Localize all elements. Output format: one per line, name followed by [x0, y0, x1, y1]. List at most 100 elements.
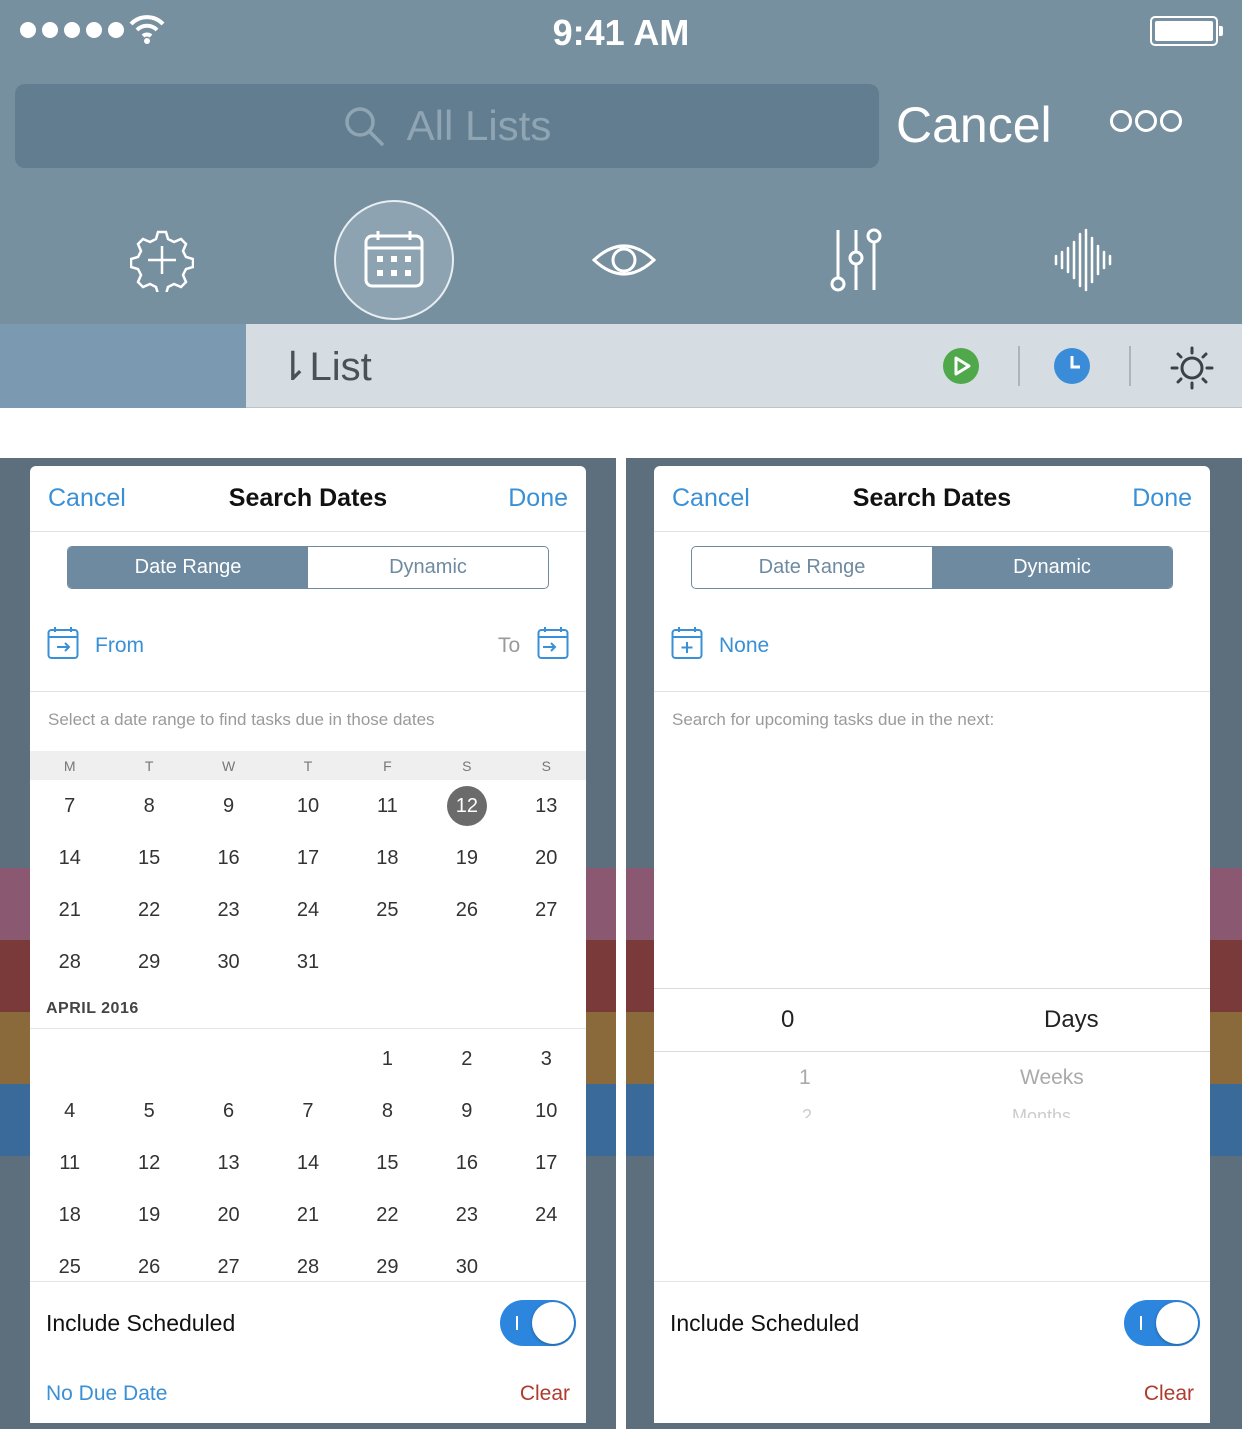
weekday-label: W: [221, 757, 236, 774]
calendar-day[interactable]: 16: [427, 1137, 506, 1189]
calendar-day[interactable]: 29: [109, 936, 188, 988]
brightness-icon[interactable]: [1170, 346, 1214, 390]
search-cancel-button[interactable]: Cancel: [896, 96, 1052, 154]
calendar-day[interactable]: 15: [109, 832, 188, 884]
from-label[interactable]: From: [95, 634, 144, 658]
calendar-day[interactable]: 26: [427, 884, 506, 936]
weekday-label: M: [63, 757, 76, 774]
calendar-day[interactable]: 12: [109, 1137, 188, 1189]
calendar-day[interactable]: 23: [189, 884, 268, 936]
calendar-day[interactable]: 9: [427, 1085, 506, 1137]
calendar-day[interactable]: 4: [30, 1085, 109, 1137]
search-dates-sheet-dynamic: Cancel Search Dates Done Date Range Dyna…: [654, 466, 1210, 1423]
calendar-add-icon[interactable]: [671, 626, 703, 660]
date-range-hint: Select a date range to find tasks due in…: [48, 710, 435, 729]
include-scheduled-toggle[interactable]: [500, 1300, 576, 1346]
mode-segmented-control: Date Range Dynamic: [67, 546, 549, 589]
calendar-day[interactable]: 28: [30, 936, 109, 988]
filters-button[interactable]: [796, 200, 916, 320]
add-settings-icon: [130, 230, 194, 292]
picker-unit-selected[interactable]: Days: [1044, 1006, 1099, 1034]
calendar-day[interactable]: 8: [348, 1085, 427, 1137]
list-title[interactable]: ⇂List: [276, 344, 372, 390]
calendar-blank: [30, 1033, 109, 1085]
picker-number-option[interactable]: 2: [802, 1106, 812, 1118]
calendar-march: 7 8 9 10 11 12 13 14 15 16 17 18 19 20 21 22 23 24 25 26 27 2…: [30, 780, 586, 988]
calendar-day[interactable]: 5: [109, 1085, 188, 1137]
done-button[interactable]: Done: [508, 484, 568, 513]
divider: [30, 1028, 586, 1029]
waveform-icon: [1054, 228, 1112, 292]
picker-number-selected[interactable]: 0: [781, 1006, 794, 1034]
tab-date-range[interactable]: Date Range: [68, 547, 308, 588]
calendar-day[interactable]: 14: [30, 832, 109, 884]
status-bar: 9:41 AM: [0, 0, 1242, 64]
tab-dynamic[interactable]: Dynamic: [308, 547, 548, 588]
calendar-day[interactable]: 20: [189, 1189, 268, 1241]
calendar-day[interactable]: 21: [268, 1189, 347, 1241]
calendar-day-selected[interactable]: 12: [427, 780, 506, 832]
none-label[interactable]: None: [719, 634, 769, 658]
calendar-day[interactable]: 11: [348, 780, 427, 832]
tab-dynamic[interactable]: Dynamic: [932, 547, 1172, 588]
calendar-day[interactable]: 13: [507, 780, 586, 832]
calendar-day[interactable]: 19: [427, 832, 506, 884]
picker-number-option[interactable]: 1: [799, 1066, 811, 1090]
calendar-day[interactable]: 11: [30, 1137, 109, 1189]
calendar-day[interactable]: 22: [109, 884, 188, 936]
include-scheduled-label: Include Scheduled: [46, 1310, 236, 1336]
calendar-day[interactable]: 20: [507, 832, 586, 884]
search-bar[interactable]: All Lists: [15, 84, 879, 168]
eye-icon: [592, 244, 656, 276]
calendar-from-icon[interactable]: [47, 626, 79, 660]
picker-unit-option[interactable]: Weeks: [1020, 1066, 1084, 1090]
calendar-day[interactable]: 18: [348, 832, 427, 884]
status-time: 9:41 AM: [552, 12, 690, 53]
calendar-day[interactable]: 6: [189, 1085, 268, 1137]
calendar-day[interactable]: 10: [268, 780, 347, 832]
calendar-day[interactable]: 3: [507, 1033, 586, 1085]
weekday-label: S: [541, 757, 551, 774]
calendar-day[interactable]: 19: [109, 1189, 188, 1241]
calendar-day[interactable]: 25: [348, 884, 427, 936]
calendar-to-icon[interactable]: [537, 626, 569, 660]
calendar-day[interactable]: 7: [268, 1085, 347, 1137]
calendar-day[interactable]: 21: [30, 884, 109, 936]
calendar-day[interactable]: 24: [507, 1189, 586, 1241]
calendar-day[interactable]: 17: [268, 832, 347, 884]
start-icon[interactable]: [942, 347, 980, 385]
clear-button[interactable]: Clear: [520, 1382, 570, 1406]
clock-icon[interactable]: [1053, 347, 1091, 385]
done-button[interactable]: Done: [1132, 484, 1192, 513]
date-filter-button[interactable]: [334, 200, 454, 320]
calendar-day[interactable]: 23: [427, 1189, 506, 1241]
calendar-day[interactable]: 7: [30, 780, 109, 832]
calendar-day[interactable]: 13: [189, 1137, 268, 1189]
more-options-icon[interactable]: [1110, 110, 1182, 132]
calendar-day[interactable]: 8: [109, 780, 188, 832]
clear-button[interactable]: Clear: [1144, 1382, 1194, 1406]
calendar-day[interactable]: 14: [268, 1137, 347, 1189]
calendar-day[interactable]: 22: [348, 1189, 427, 1241]
calendar-day[interactable]: 1: [348, 1033, 427, 1085]
to-label[interactable]: To: [498, 634, 520, 658]
calendar-day[interactable]: 27: [507, 884, 586, 936]
calendar-day[interactable]: 2: [427, 1033, 506, 1085]
visibility-button[interactable]: [564, 200, 684, 320]
calendar-day[interactable]: 10: [507, 1085, 586, 1137]
tab-date-range[interactable]: Date Range: [692, 547, 932, 588]
no-due-date-button[interactable]: No Due Date: [46, 1382, 167, 1406]
calendar-day[interactable]: 31: [268, 936, 347, 988]
calendar-day[interactable]: 17: [507, 1137, 586, 1189]
calendar-day[interactable]: 18: [30, 1189, 109, 1241]
calendar-day[interactable]: 24: [268, 884, 347, 936]
calendar-day[interactable]: 30: [189, 936, 268, 988]
include-scheduled-toggle[interactable]: [1124, 1300, 1200, 1346]
picker-faded-row: 2 Months: [654, 1106, 1210, 1118]
calendar-day[interactable]: 16: [189, 832, 268, 884]
voice-button[interactable]: [1024, 200, 1144, 320]
picker-unit-option[interactable]: Months: [1012, 1106, 1071, 1118]
calendar-day[interactable]: 15: [348, 1137, 427, 1189]
calendar-day[interactable]: 9: [189, 780, 268, 832]
add-settings-button[interactable]: [102, 200, 222, 320]
